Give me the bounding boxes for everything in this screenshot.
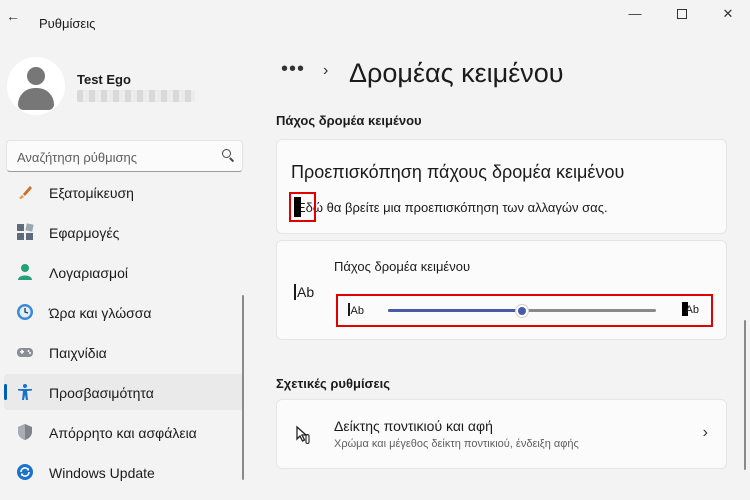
mouse-pointer-icon	[296, 425, 310, 445]
section-heading-related: Σχετικές ρυθμίσεις	[276, 376, 390, 391]
user-name: Test Ego	[77, 72, 131, 87]
text-cursor-icon: Ab	[294, 284, 314, 300]
shield-icon	[18, 424, 32, 440]
thickness-label: Πάχος δρομέα κειμένου	[334, 259, 471, 274]
mouse-pointer-touch-link[interactable]: Δείκτης ποντικιού και αφή Χρώμα και μέγε…	[276, 399, 727, 469]
chevron-right-icon: ›	[702, 424, 708, 441]
minimize-button[interactable]: —	[620, 4, 650, 24]
sidebar-item-label: Windows Update	[49, 465, 155, 481]
accessibility-icon	[18, 384, 32, 400]
breadcrumb-chevron-icon: ›	[323, 62, 329, 79]
sidebar-item-label: Εφαρμογές	[49, 225, 120, 241]
clock-globe-icon	[17, 304, 33, 320]
page-title: Δρομέας κειμένου	[349, 58, 564, 88]
preview-card: Προεπισκόπηση πάχους δρομέα κειμένου Εδώ…	[276, 139, 727, 234]
related-subtitle: Χρώμα και μέγεθος δείκτη ποντικιού, ένδε…	[334, 438, 579, 450]
thin-cursor-icon: Ab	[348, 303, 364, 317]
sidebar-item-personalization[interactable]: Εξατομίκευση	[4, 176, 244, 210]
thick-cursor-icon: Ab	[681, 302, 699, 316]
breadcrumb-overflow-button[interactable]: •••	[281, 58, 305, 81]
sidebar-item-label: Ώρα και γλώσσα	[49, 305, 152, 321]
slider-thumb[interactable]	[515, 304, 529, 318]
section-heading-thickness: Πάχος δρομέα κειμένου	[276, 113, 422, 128]
sidebar-item-time-language[interactable]: Ώρα και γλώσσα	[4, 294, 244, 330]
cursor-highlight-box	[289, 192, 316, 222]
sidebar-item-apps[interactable]: Εφαρμογές	[4, 214, 244, 250]
related-title: Δείκτης ποντικιού και αφή	[334, 418, 493, 434]
avatar[interactable]	[7, 57, 65, 115]
sidebar-item-accounts[interactable]: Λογαριασμοί	[4, 254, 244, 290]
sidebar-item-label: Παιχνίδια	[49, 345, 107, 361]
sidebar-item-windows-update[interactable]: Windows Update	[4, 454, 244, 490]
slider-fill	[388, 309, 522, 312]
thickness-card: Ab Πάχος δρομέα κειμένου Ab Ab	[276, 240, 727, 340]
thickness-slider-highlight: Ab Ab	[336, 294, 713, 327]
thickness-slider[interactable]	[388, 304, 656, 318]
sidebar-item-label: Λογαριασμοί	[49, 265, 129, 281]
maximize-button[interactable]	[667, 4, 697, 24]
search-icon[interactable]	[222, 149, 235, 162]
apps-icon	[17, 223, 34, 240]
search-input[interactable]: Αναζήτηση ρύθμισης	[17, 150, 137, 165]
user-email-redacted	[77, 90, 195, 102]
update-icon	[17, 464, 33, 480]
close-button[interactable]: ✕	[713, 4, 743, 24]
title-bar: ← Ρυθμίσεις — ✕	[0, 0, 750, 32]
sidebar-item-label: Απόρρητο και ασφάλεια	[49, 425, 197, 441]
controller-icon	[17, 348, 33, 357]
sidebar-item-privacy-security[interactable]: Απόρρητο και ασφάλεια	[4, 414, 244, 450]
sidebar-item-gaming[interactable]: Παιχνίδια	[4, 334, 244, 370]
sidebar-item-accessibility[interactable]: Προσβασιμότητα	[4, 374, 244, 410]
preview-title: Προεπισκόπηση πάχους δρομέα κειμένου	[291, 162, 625, 182]
avatar-body	[18, 88, 54, 110]
search-box[interactable]: Αναζήτηση ρύθμισης	[6, 140, 243, 172]
sidebar-scrollbar[interactable]	[242, 295, 244, 480]
avatar-head	[27, 67, 45, 85]
sidebar-item-label: Εξατομίκευση	[49, 185, 134, 201]
person-icon	[18, 264, 32, 280]
brush-icon	[19, 186, 32, 199]
sidebar-nav: Εξατομίκευση Εφαρμογές Λογαριασμοί Ώρα κ…	[4, 176, 244, 500]
preview-text: Εδώ θα βρείτε μια προεπισκόπηση των αλλα…	[297, 200, 608, 215]
app-title: Ρυθμίσεις	[39, 16, 96, 31]
back-button[interactable]: ←	[4, 8, 22, 26]
sidebar-item-label: Προσβασιμότητα	[49, 385, 154, 401]
main-scrollbar[interactable]	[744, 320, 746, 470]
active-indicator	[4, 384, 7, 400]
maximize-icon	[677, 9, 687, 19]
